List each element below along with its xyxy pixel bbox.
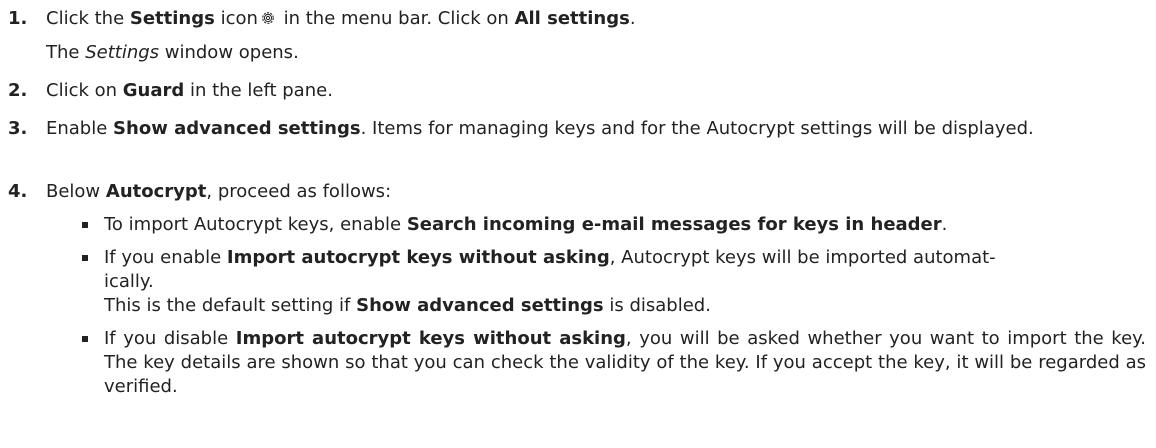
import-without-asking-label: Import autocrypt keys without asking <box>235 328 626 349</box>
step-3-text: Enable Show advanced settings. Items for… <box>46 117 1146 141</box>
step-text: Click the <box>46 8 130 29</box>
step-2-text: Click on Guard in the left pane. <box>46 79 333 103</box>
step-text: in the menu bar. Click on <box>277 8 515 29</box>
search-incoming-option-label: Search incoming e-mail messages for keys… <box>406 214 942 235</box>
bullet-marker <box>82 336 88 342</box>
note-text: is disabled. <box>603 295 711 316</box>
autocrypt-label: Autocrypt <box>105 181 207 202</box>
bullet-item: If you enable Import autocrypt keys with… <box>104 246 996 270</box>
bullet-text: ically. <box>104 271 154 292</box>
bullet-text: If you enable <box>104 247 227 268</box>
result-text: window opens. <box>159 42 299 63</box>
step-1-result: The Settings window opens. <box>46 41 299 65</box>
settings-window-name: Settings <box>85 42 160 63</box>
step-text: icon <box>214 8 258 29</box>
show-advanced-settings-label: Show advanced settings <box>356 295 604 316</box>
all-settings-label: All settings <box>514 8 630 29</box>
step-number: 3. <box>8 118 28 139</box>
step-number: 4. <box>8 181 28 202</box>
bullet-marker <box>82 222 88 228</box>
step-text: Click on <box>46 80 123 101</box>
import-without-asking-label: Import autocrypt keys without asking <box>226 247 610 268</box>
step-text: , proceed as follows: <box>206 181 392 202</box>
bullet-note: This is the default setting if Show adva… <box>104 294 711 318</box>
step-number: 2. <box>8 80 28 101</box>
instruction-document: 1. Click the Settings icon in the menu b… <box>0 0 1156 448</box>
step-4-text: Below Autocrypt, proceed as follows: <box>46 180 391 204</box>
bullet-text: To import Autocrypt keys, enable <box>104 214 407 235</box>
step-number: 1. <box>8 8 28 29</box>
note-text: This is the default setting if <box>104 295 357 316</box>
step-text: . <box>629 8 636 29</box>
bullet-item: If you disable Import autocrypt keys wit… <box>104 327 1146 399</box>
gear-icon <box>262 12 274 24</box>
bullet-marker <box>82 255 88 261</box>
step-text: . Items for managing keys and for the Au… <box>360 118 1034 139</box>
guard-label: Guard <box>122 80 185 101</box>
result-text: The <box>46 42 86 63</box>
step-text: in the left pane. <box>184 80 333 101</box>
bullet-item-continuation: ically. <box>104 270 154 294</box>
show-advanced-settings-label: Show advanced settings <box>113 118 361 139</box>
bullet-text: If you disable <box>104 328 236 349</box>
step-1-text: Click the Settings icon in the menu bar.… <box>46 7 636 31</box>
bullet-text: , Autocrypt keys will be imported automa… <box>609 247 996 268</box>
settings-label: Settings <box>129 8 215 29</box>
step-text: Enable <box>46 118 114 139</box>
bullet-text: . <box>941 214 948 235</box>
bullet-item: To import Autocrypt keys, enable Search … <box>104 213 947 237</box>
step-text: Below <box>46 181 106 202</box>
